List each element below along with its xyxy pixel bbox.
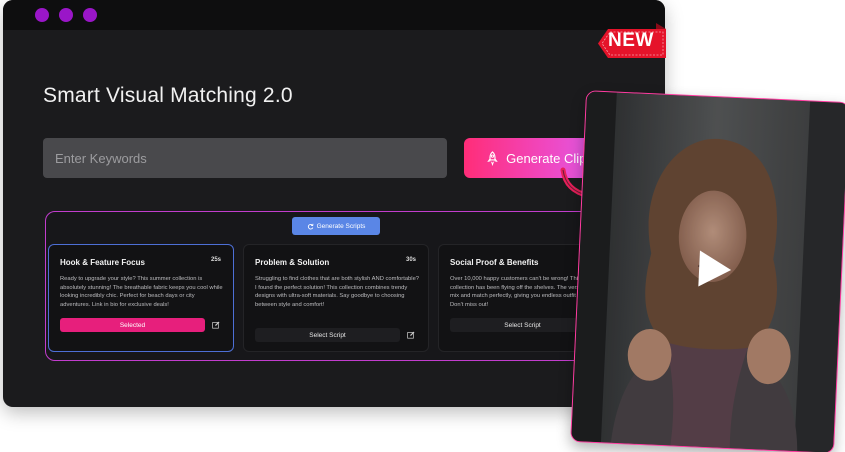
script-card-hook[interactable]: Hook & Feature Focus 25s Ready to upgrad… <box>48 244 234 352</box>
window-dot-3[interactable] <box>83 8 97 22</box>
edit-icon[interactable] <box>407 331 415 339</box>
new-badge-text: NEW <box>608 30 654 51</box>
page-title: Smart Visual Matching 2.0 <box>43 84 293 107</box>
stage: Smart Visual Matching 2.0 Generate Clips… <box>0 0 845 452</box>
title-bar <box>3 0 665 30</box>
card-title: Social Proof & Benefits <box>450 258 539 267</box>
card-title: Hook & Feature Focus <box>60 258 145 267</box>
refresh-icon <box>307 223 314 229</box>
selected-button[interactable]: Selected <box>60 318 205 332</box>
select-script-button[interactable]: Select Script <box>450 318 595 332</box>
rocket-icon <box>487 150 498 166</box>
card-duration: 25s <box>210 257 221 263</box>
card-title: Problem & Solution <box>255 258 330 267</box>
card-script-text: Ready to upgrade your style? This summer… <box>60 276 223 308</box>
window-dot-2[interactable] <box>59 8 73 22</box>
edit-icon[interactable] <box>212 321 220 329</box>
card-script-text: Struggling to find clothes that are both… <box>255 276 420 308</box>
window-dot-1[interactable] <box>35 8 49 22</box>
play-icon[interactable] <box>696 248 734 290</box>
generate-scripts-label: Generate Scripts <box>316 222 366 230</box>
video-preview-card[interactable] <box>570 90 845 452</box>
script-card-problem[interactable]: Problem & Solution 30s Struggling to fin… <box>243 244 429 352</box>
keywords-input[interactable] <box>43 138 447 178</box>
generate-scripts-button[interactable]: Generate Scripts <box>292 217 380 235</box>
select-script-button[interactable]: Select Script <box>255 328 400 342</box>
card-duration: 30s <box>405 257 416 263</box>
